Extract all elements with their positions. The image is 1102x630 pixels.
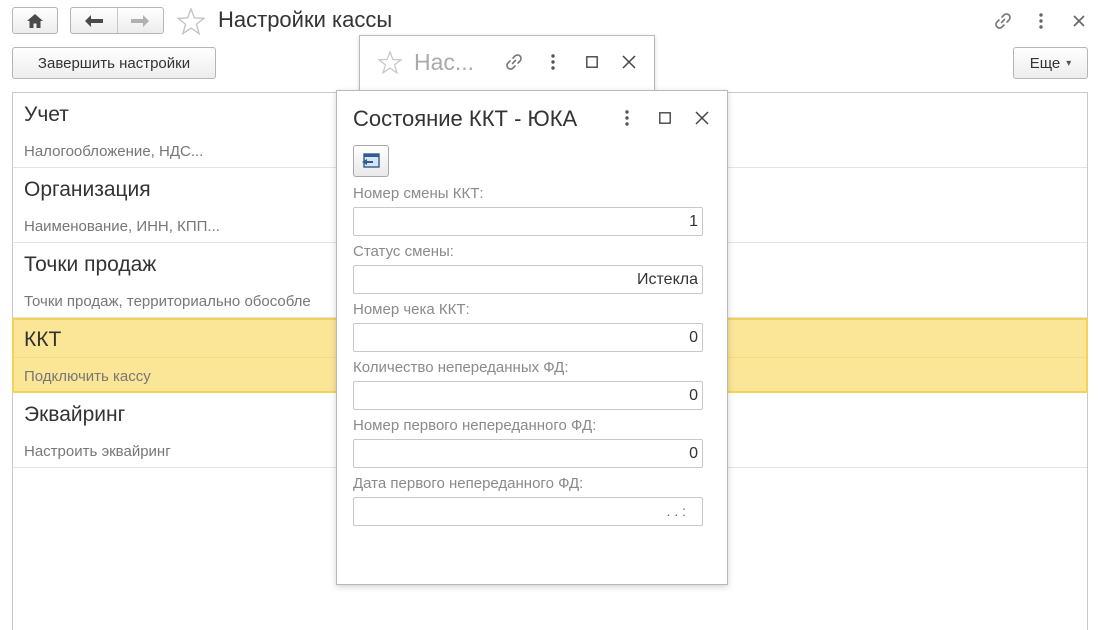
first-unsent-fd-date-field[interactable]: . . : [353,497,703,526]
maximize-icon[interactable] [659,112,671,124]
section-description[interactable]: Подключить кассу [24,368,151,385]
refresh-button[interactable] [353,145,389,177]
field-label: Дата первого непереданного ФД: [353,475,584,492]
kebab-menu-icon [1039,13,1043,29]
link-icon [993,11,1013,31]
section-title: ККТ [24,328,62,351]
shift-status-field[interactable]: Истекла [353,265,703,294]
section-description[interactable]: Настроить эквайринг [24,443,171,460]
more-label: Еще [1029,54,1061,72]
chevron-down-icon: ▾ [1066,57,1072,69]
section-description[interactable]: Наименование, ИНН, КПП... [24,218,220,235]
star-icon[interactable] [378,51,402,74]
field-label: Номер чека ККТ: [353,301,470,318]
more-button[interactable]: Еще ▾ [1013,47,1088,79]
forward-button[interactable] [116,8,163,33]
home-button[interactable] [12,7,58,34]
window-title: Нас... [414,49,475,75]
more-menu-button[interactable] [1028,8,1054,34]
field-label: Номер первого непереданного ФД: [353,417,597,434]
section-title: Эквайринг [24,403,126,426]
shift-number-field[interactable]: 1 [353,207,703,236]
link-button[interactable] [990,8,1016,34]
refresh-icon [361,153,381,169]
section-description[interactable]: Точки продаж, территориально обособле [24,293,311,310]
section-title: Учет [24,103,69,126]
finish-settings-label: Завершить настройки [37,54,191,72]
navigation-buttons [70,7,164,34]
receipt-number-field[interactable]: 0 [353,323,703,352]
section-title: Организация [24,178,151,201]
home-icon [27,13,43,28]
field-label: Количество непереданных ФД: [353,359,569,376]
arrow-left-icon [84,14,103,27]
favorite-button[interactable] [176,6,206,36]
field-label: Статус смены: [353,243,454,260]
kebab-menu-icon[interactable] [551,54,555,70]
kkt-status-dialog: Состояние ККТ - ЮКА Номер смены ККТ: 1 С… [336,90,728,585]
page-title: Настройки кассы [218,7,393,32]
section-description[interactable]: Налогообложение, НДС... [24,143,203,160]
maximize-icon[interactable] [586,56,598,68]
close-icon [1073,15,1085,27]
link-icon[interactable] [504,52,524,72]
back-button[interactable] [71,8,117,33]
close-icon[interactable] [695,111,709,125]
section-title: Точки продаж [24,253,157,276]
close-icon[interactable] [622,55,636,69]
unsent-fd-count-field[interactable]: 0 [353,381,703,410]
field-label: Номер смены ККТ: [353,185,484,202]
close-button[interactable] [1066,8,1092,34]
arrow-right-icon [131,14,150,27]
dialog-title: Состояние ККТ - ЮКА [353,106,578,131]
background-window: Нас... [359,35,655,91]
finish-settings-button[interactable]: Завершить настройки [12,47,216,79]
kebab-menu-icon[interactable] [625,110,629,126]
first-unsent-fd-number-field[interactable]: 0 [353,439,703,468]
star-icon [177,7,205,35]
